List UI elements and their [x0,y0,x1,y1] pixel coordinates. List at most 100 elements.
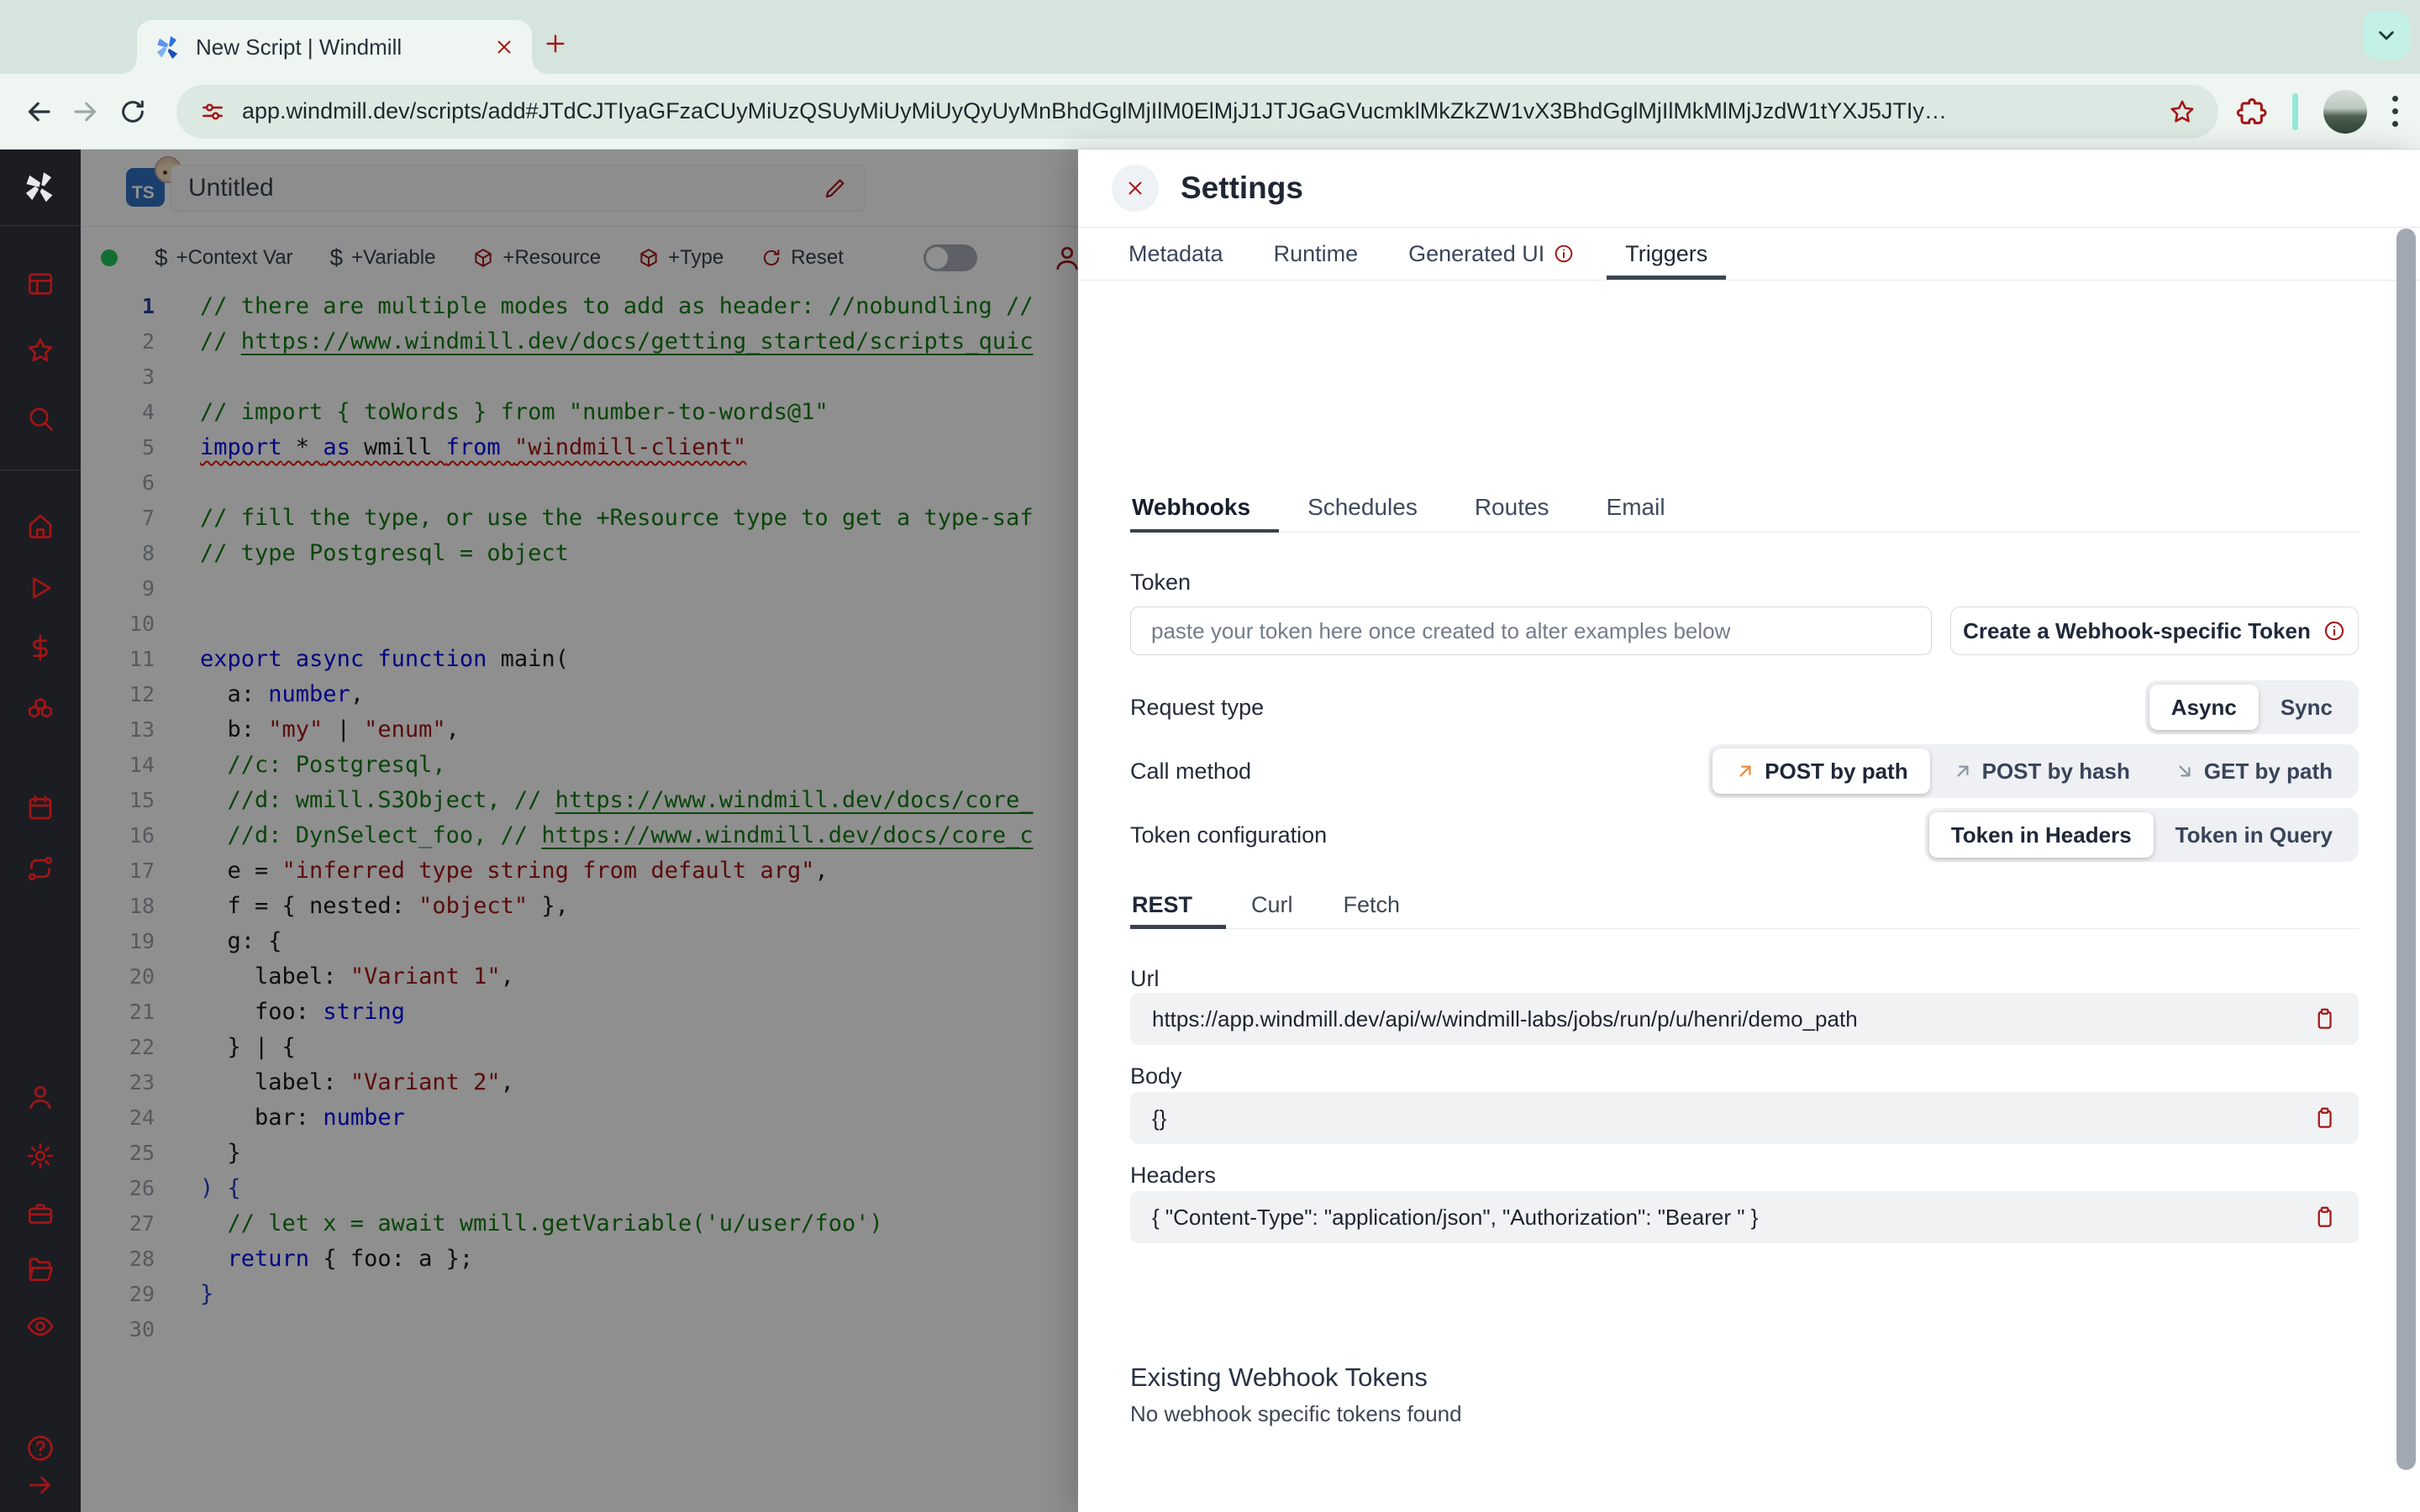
back-icon[interactable] [15,88,62,135]
line-number: 29 [129,1282,155,1306]
owner-avatar [155,156,182,183]
body-field[interactable]: {} [1130,1092,2359,1144]
apps-icon[interactable] [25,269,55,299]
diff-toggle[interactable] [923,244,977,271]
triggers-content: Webhooks Schedules Routes Email Token pa… [1130,432,2359,1512]
runs-icon[interactable] [25,573,55,603]
schedules-icon[interactable] [25,793,55,823]
headers-field[interactable]: { "Content-Type": "application/json", "A… [1130,1191,2359,1243]
tab-schedules[interactable]: Schedules [1279,482,1446,532]
tab-routes[interactable]: Routes [1446,482,1578,532]
windmill-logo[interactable] [22,168,59,205]
arrow-down-right-icon [2174,760,2196,782]
drawer-header: Settings [1078,150,2420,227]
copy-icon[interactable] [2312,1205,2337,1230]
line-number: 22 [129,1035,155,1059]
script-title: Untitled [188,174,274,202]
scrollbar-thumb[interactable] [2396,228,2416,1470]
add-resource-button[interactable]: +Resource [472,246,601,270]
users-icon[interactable] [25,1082,55,1112]
close-tab-icon[interactable] [493,36,515,58]
add-context-var-button[interactable]: $ +Context Var [155,244,293,271]
copy-icon[interactable] [2312,1006,2337,1032]
forward-icon[interactable] [62,88,109,135]
toolbar-separator [2292,92,2298,130]
body-label: Body [1130,1063,1182,1089]
code-editor[interactable]: 1 2 3 4 5 6 7 8 9 10 11 12 13 14 15 16 17 18 19 20 21 22 23 24 2… [81,289,1078,1347]
url-text[interactable]: app.windmill.dev/scripts/add#JTdCJTIyaGF… [242,98,2158,124]
edit-title-icon[interactable] [823,176,848,201]
tab-curl[interactable]: Curl [1226,882,1318,928]
address-bar[interactable]: app.windmill.dev/scripts/add#JTdCJTIyaGF… [176,84,2218,139]
tab-fetch[interactable]: Fetch [1318,882,1426,928]
add-variable-button[interactable]: $ +Variable [330,244,436,271]
tab-generated-ui[interactable]: Generated UI [1383,228,1600,280]
create-token-button[interactable]: Create a Webhook-specific Token [1950,606,2359,655]
code-line: g: { [200,928,282,954]
line-number: 19 [129,929,155,953]
code-line: f = { nested: "object" }, [200,893,569,919]
collapse-icon[interactable] [25,1470,55,1500]
reload-icon[interactable] [109,88,156,135]
favorites-icon[interactable] [25,335,55,365]
folders-icon[interactable] [25,1254,55,1284]
post-by-path-option[interactable]: POST by path [1712,748,1930,794]
post-by-hash-option[interactable]: POST by hash [1930,748,2152,794]
info-icon [1553,243,1575,265]
request-type-control: Async Sync [2144,680,2359,734]
tab-metadata[interactable]: Metadata [1103,228,1249,280]
code-line: // fill the type, or use the +Resource t… [200,505,1034,531]
code-line: b: "my" | "enum", [200,717,460,743]
help-icon[interactable] [25,1433,55,1463]
line-number: 12 [129,682,155,706]
workers-icon[interactable] [25,1199,55,1229]
resources-icon[interactable] [25,695,55,725]
variables-icon[interactable] [25,633,55,663]
token-config-control: Token in Headers Token in Query [1924,808,2359,862]
settings-icon[interactable] [25,1141,55,1171]
tab-webhooks[interactable]: Webhooks [1130,482,1280,533]
token-in-headers-option[interactable]: Token in Headers [1928,812,2154,858]
tab-search-icon[interactable] [2363,12,2410,59]
line-number: 21 [129,1000,155,1024]
home-icon[interactable] [25,511,55,541]
language-badge: TS [126,168,165,207]
new-tab-icon[interactable] [542,30,569,57]
status-dot [101,249,118,266]
sync-option[interactable]: Sync [2259,685,2354,730]
token-in-query-option[interactable]: Token in Query [2154,812,2354,858]
add-type-button[interactable]: +Type [638,246,723,270]
tab-rest[interactable]: REST [1130,882,1227,929]
profile-avatar[interactable] [2323,89,2367,134]
code-line: // type Postgresql = object [200,540,569,566]
tab-triggers[interactable]: Triggers [1600,228,1733,280]
tab-runtime[interactable]: Runtime [1249,228,1384,280]
assistant-icon[interactable] [1052,243,1078,273]
settings-drawer: Settings Metadata Runtime Generated UI T… [1078,150,2420,1512]
tab-email[interactable]: Email [1578,482,1694,532]
reset-button[interactable]: Reset [760,246,844,270]
async-option[interactable]: Async [2149,685,2259,730]
menu-icon[interactable] [2392,96,2398,127]
get-by-path-option[interactable]: GET by path [2152,748,2354,794]
extensions-icon[interactable] [2233,95,2267,129]
copy-icon[interactable] [2312,1105,2337,1131]
code-line: label: "Variant 1", [200,963,514,990]
code-line: } [200,1140,241,1166]
tune-icon[interactable] [198,97,227,126]
webhook-url-field[interactable]: https://app.windmill.dev/api/w/windmill-… [1130,993,2359,1045]
code-line: bar: number [200,1105,405,1131]
audit-icon[interactable] [25,1311,55,1341]
search-icon[interactable] [25,403,55,433]
line-number: 13 [129,717,155,742]
bookmark-star-icon[interactable] [2168,97,2196,126]
line-number: 11 [129,647,155,671]
line-number: 2 [141,329,155,354]
close-icon[interactable] [1112,165,1159,212]
token-config-label: Token configuration [1130,822,1328,848]
browser-tab[interactable]: New Script | Windmill [122,20,547,74]
script-title-input[interactable]: Untitled [171,165,865,212]
routes-icon[interactable] [25,853,55,884]
token-input[interactable]: paste your token here once created to al… [1130,606,1932,655]
